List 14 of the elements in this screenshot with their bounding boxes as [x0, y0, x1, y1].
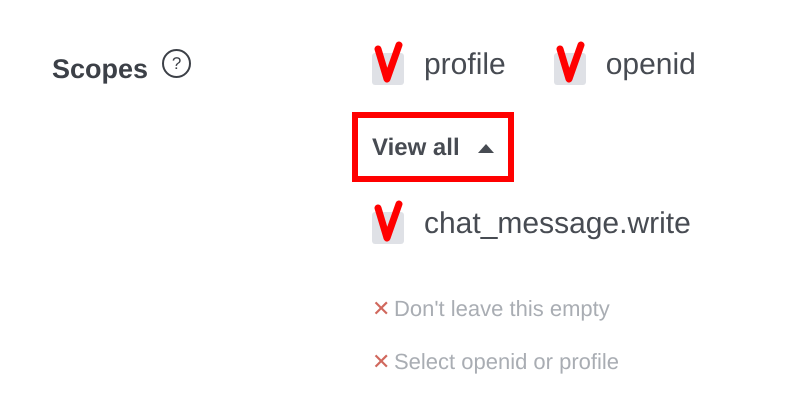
checkbox-label[interactable]: openid	[606, 42, 696, 86]
error-message: Don't leave this empty	[394, 295, 610, 323]
help-icon[interactable]: ?	[162, 49, 192, 78]
caret-icon	[478, 144, 494, 152]
checkbox-label[interactable]: chat_message.write	[424, 200, 691, 246]
view-all-toggle[interactable]: View all	[358, 118, 508, 176]
checkbox-label[interactable]: profile	[424, 42, 506, 86]
checked-checkbox[interactable]	[372, 200, 406, 246]
error-icon: ✕	[372, 292, 390, 325]
error-message: Select openid or profile	[394, 348, 620, 376]
error-icon: ✕	[372, 345, 390, 378]
field-label: Scopes	[52, 53, 148, 86]
checked-checkbox[interactable]	[372, 41, 406, 87]
checked-checkbox[interactable]	[554, 41, 588, 87]
